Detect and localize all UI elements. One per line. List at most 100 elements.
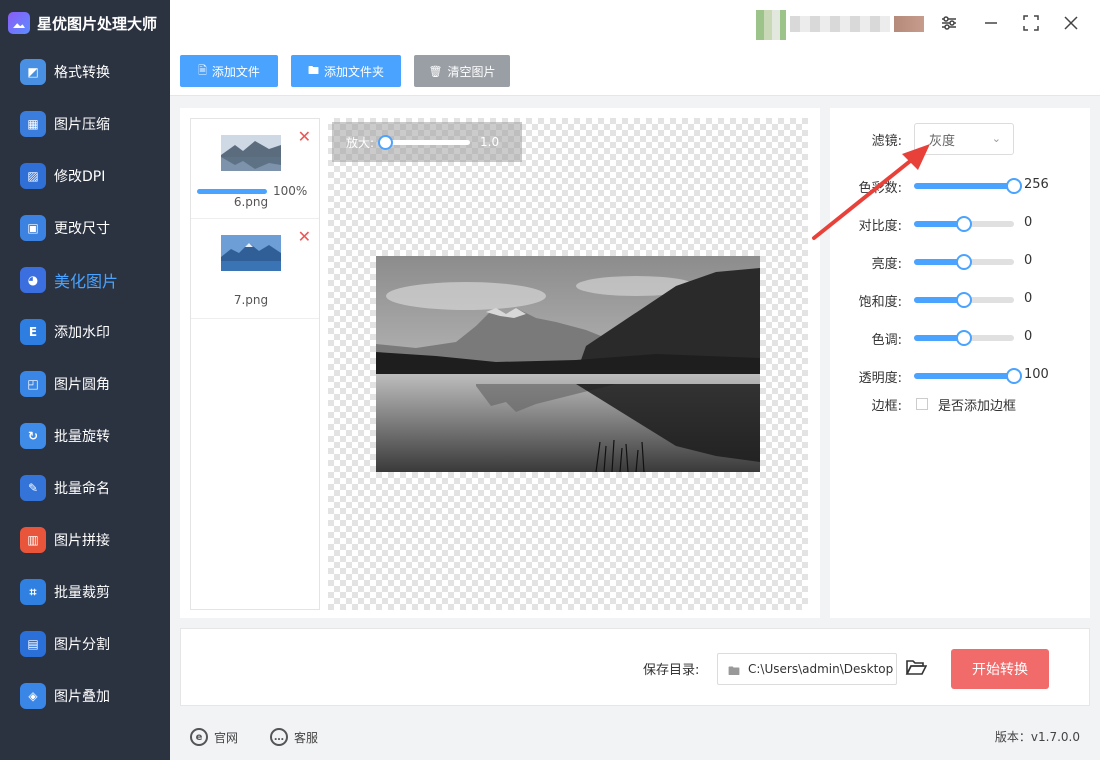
add-file-button[interactable]: 🗎 添加文件 xyxy=(180,55,278,87)
file-name: 6.png xyxy=(233,195,269,209)
username-blurred xyxy=(790,16,890,32)
save-dir-path: C:\Users\admin\Desktop xyxy=(748,662,894,676)
chevron-down-icon: ⌄ xyxy=(991,132,1001,145)
slider-value: 0 xyxy=(1024,291,1033,306)
sidebar-item-label: 美化图片 xyxy=(54,272,119,291)
folder-icon: 🖿 xyxy=(728,664,741,678)
avatar[interactable] xyxy=(756,10,786,40)
clear-images-button[interactable]: 🗑 清空图片 xyxy=(414,55,510,87)
slider-value: 0 xyxy=(1024,329,1033,344)
slider-value: 256 xyxy=(1024,177,1049,192)
slider-handle[interactable] xyxy=(956,216,972,232)
slider-handle[interactable] xyxy=(956,292,972,308)
slider-label: 透明度: xyxy=(858,370,902,386)
zoom-slider-handle[interactable] xyxy=(378,134,394,150)
file-panel: ✕ 100% 6.png ✕ 7.png 放大: 1.0 xyxy=(180,108,820,618)
round-corner-icon: ◰ xyxy=(20,371,46,397)
app-brand: 星优图片处理大师 xyxy=(0,0,170,46)
folder-icon: 🖿 xyxy=(307,63,319,77)
maximize-icon[interactable] xyxy=(1020,12,1042,34)
add-file-label: 添加文件 xyxy=(211,64,260,79)
border-checkbox[interactable] xyxy=(916,398,928,410)
rename-icon: ✎ xyxy=(20,475,46,501)
support-label: 客服 xyxy=(294,730,319,745)
save-dir-input[interactable]: 🖿 C:\Users\admin\Desktop xyxy=(717,653,897,685)
sidebar-item-10[interactable]: ▥ 图片拼接 xyxy=(0,514,170,566)
file-item[interactable]: ✕ 7.png xyxy=(191,219,319,319)
zoom-label: 放大: xyxy=(346,135,375,150)
open-folder-icon[interactable] xyxy=(905,657,927,677)
resize-icon: ▣ xyxy=(20,215,46,241)
sidebar-item-5[interactable]: ◕ 美化图片 xyxy=(0,254,170,306)
start-convert-button[interactable]: 开始转换 xyxy=(951,649,1049,689)
output-panel: 保存目录: 🖿 C:\Users\admin\Desktop 开始转换 xyxy=(180,628,1090,706)
image-convert-icon: ◩ xyxy=(20,59,46,85)
zoom-control: 放大: 1.0 xyxy=(332,122,522,162)
slider-row: 饱和度: 0 xyxy=(830,290,1090,310)
website-link[interactable]: e 官网 xyxy=(190,728,238,746)
close-icon[interactable] xyxy=(1060,12,1082,34)
sidebar-item-13[interactable]: ◈ 图片叠加 xyxy=(0,670,170,722)
split-icon: ▤ xyxy=(20,631,46,657)
settings-sliders-icon[interactable] xyxy=(938,12,960,34)
sidebar-item-1[interactable]: ◩ 格式转换 xyxy=(0,46,170,98)
slider-value: 0 xyxy=(1024,253,1033,268)
slider-track[interactable] xyxy=(914,254,1014,270)
sidebar-item-9[interactable]: ✎ 批量命名 xyxy=(0,462,170,514)
slider-handle[interactable] xyxy=(956,254,972,270)
username-blurred-suffix xyxy=(894,16,924,32)
slider-track[interactable] xyxy=(914,292,1014,308)
sidebar-item-label: 批量裁剪 xyxy=(54,585,110,601)
rotate-icon: ↻ xyxy=(20,423,46,449)
sidebar-item-label: 更改尺寸 xyxy=(54,221,110,237)
slider-value: 0 xyxy=(1024,215,1033,230)
slider-value: 100 xyxy=(1024,367,1049,382)
add-folder-button[interactable]: 🖿 添加文件夹 xyxy=(291,55,401,87)
app-logo-icon xyxy=(8,12,30,34)
watermark-icon: E xyxy=(20,319,46,345)
sidebar-item-8[interactable]: ↻ 批量旋转 xyxy=(0,410,170,462)
sidebar-item-4[interactable]: ▣ 更改尺寸 xyxy=(0,202,170,254)
slider-handle[interactable] xyxy=(1006,178,1022,194)
sidebar-item-label: 图片分割 xyxy=(54,637,110,653)
sidebar-item-6[interactable]: E 添加水印 xyxy=(0,306,170,358)
file-icon: 🗎 xyxy=(198,63,207,77)
preview-canvas: 放大: 1.0 xyxy=(328,118,808,610)
slider-row: 亮度: 0 xyxy=(830,252,1090,272)
trash-icon: 🗑 xyxy=(428,64,443,78)
support-link[interactable]: … 客服 xyxy=(270,728,318,746)
app-title: 星优图片处理大师 xyxy=(37,14,158,33)
sidebar-item-3[interactable]: ▨ 修改DPI xyxy=(0,150,170,202)
stitch-icon: ▥ xyxy=(20,527,46,553)
sidebar-item-2[interactable]: ▦ 图片压缩 xyxy=(0,98,170,150)
slider-track[interactable] xyxy=(914,330,1014,346)
slider-fill xyxy=(914,373,1014,379)
version-text: 版本：v1.7.0.0 xyxy=(994,730,1080,744)
sidebar-item-label: 图片拼接 xyxy=(54,533,110,549)
file-progress-bar xyxy=(197,189,267,194)
minimize-icon[interactable] xyxy=(980,12,1002,34)
slider-row: 色调: 0 xyxy=(830,328,1090,348)
save-dir-label: 保存目录: xyxy=(643,663,700,678)
slider-handle[interactable] xyxy=(1006,368,1022,384)
ie-icon: e xyxy=(190,728,208,746)
beautify-icon: ◕ xyxy=(20,267,46,293)
sidebar-item-12[interactable]: ▤ 图片分割 xyxy=(0,618,170,670)
file-list: ✕ 100% 6.png ✕ 7.png xyxy=(190,118,320,610)
title-bar xyxy=(170,0,1100,46)
delete-file-icon[interactable]: ✕ xyxy=(298,127,311,146)
sidebar-item-label: 批量旋转 xyxy=(54,429,110,445)
sidebar-item-7[interactable]: ◰ 图片圆角 xyxy=(0,358,170,410)
sidebar-item-11[interactable]: ⌗ 批量裁剪 xyxy=(0,566,170,618)
zoom-value: 1.0 xyxy=(480,135,500,149)
slider-handle[interactable] xyxy=(956,330,972,346)
dpi-icon: ▨ xyxy=(20,163,46,189)
delete-file-icon[interactable]: ✕ xyxy=(298,227,311,246)
file-thumbnail xyxy=(221,235,281,271)
zoom-slider[interactable] xyxy=(378,134,471,150)
file-item[interactable]: ✕ 100% 6.png xyxy=(191,119,319,219)
slider-track[interactable] xyxy=(914,368,1022,384)
clear-images-label: 清空图片 xyxy=(447,64,496,79)
border-row: 边框: 是否添加边框 xyxy=(830,394,1090,414)
sidebar-item-label: 图片压缩 xyxy=(54,117,110,133)
